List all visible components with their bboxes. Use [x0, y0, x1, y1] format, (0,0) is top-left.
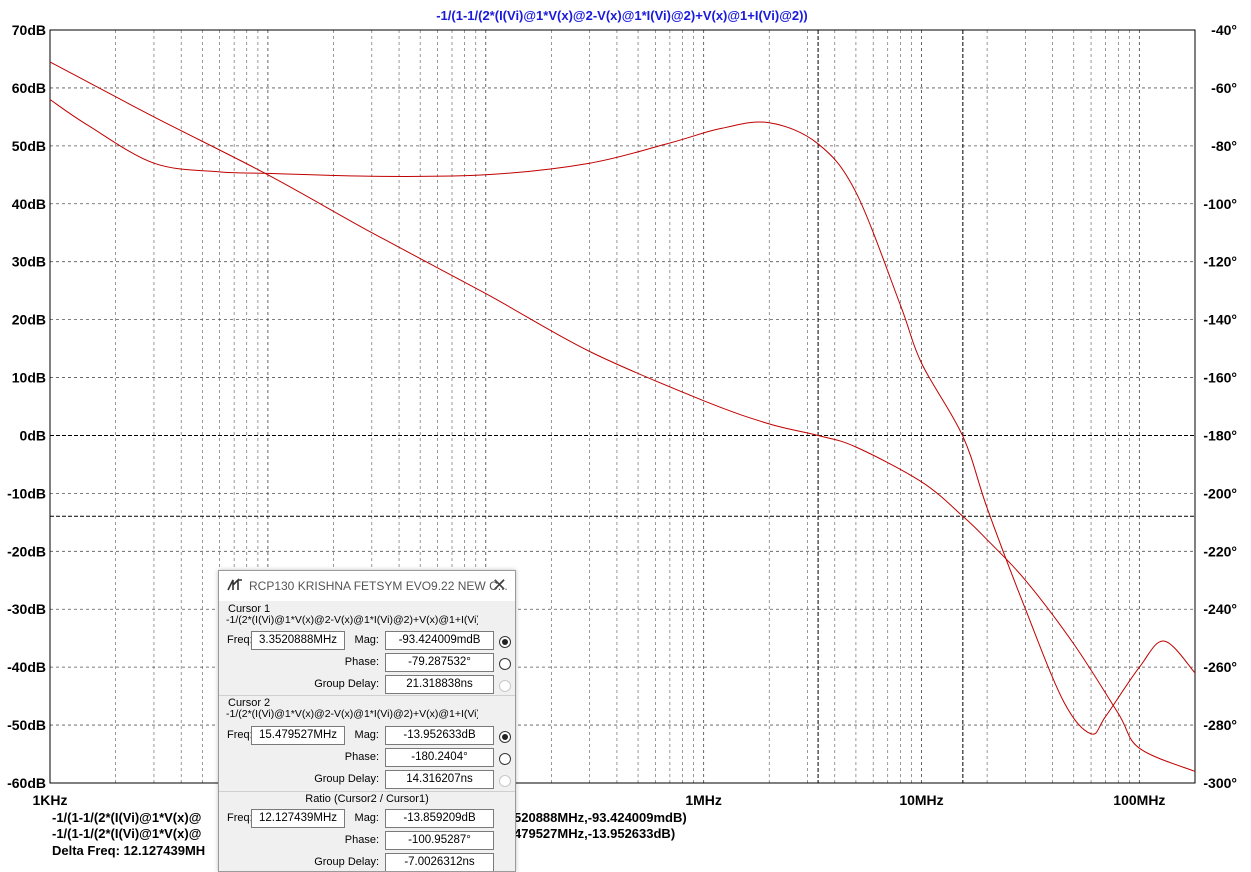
ratio-freq-field[interactable]: 12.127439MHz [251, 809, 345, 828]
close-icon[interactable]: ✕ [492, 575, 507, 596]
y-right-tick-label: -300° [1203, 775, 1237, 791]
cursor1-freq-field[interactable]: 3.3520888MHz [251, 631, 345, 650]
ratio-mag-field[interactable]: -13.859209dB [385, 809, 494, 828]
y-right-tick-label: -40° [1211, 22, 1237, 38]
y-right-tick-label: -80° [1211, 138, 1237, 154]
ratio-freq-label: Freq: [227, 812, 253, 824]
x-tick-label: 1KHz [32, 792, 67, 808]
ratio-group-delay-field[interactable]: -7.0026312ns [385, 853, 494, 871]
x-axis: 1KHz 1MHz 10MHz 100MHz [32, 792, 1165, 808]
x-tick-label: 10MHz [899, 792, 943, 808]
dialog-titlebar[interactable]: RCP130 KRISHNA FETSYM EVO9.22 NEW C... ✕ [219, 571, 515, 601]
x-tick-label: 100MHz [1113, 792, 1165, 808]
cursor1-freq-label: Freq: [227, 634, 253, 646]
cursor1-mag-field[interactable]: -93.424009mdB [385, 631, 494, 650]
bode-plot[interactable]: -1/(1-1/(2*(I(Vi)@1*V(x)@2-V(x)@1*I(Vi)@… [0, 0, 1251, 862]
cursor1-phase-label: Phase: [344, 656, 379, 668]
cursor1-mag-radio[interactable] [499, 636, 511, 648]
cursor2-phase-label: Phase: [344, 751, 379, 763]
y-right-tick-label: -280° [1203, 717, 1237, 733]
cursor1-group-delay-label: Group Delay: [314, 678, 379, 690]
y-left-tick-label: 0dB [20, 427, 46, 443]
ratio-mag-label: Mag: [354, 812, 379, 824]
cursor2-group-delay-label: Group Delay: [314, 773, 379, 785]
cursor2-group-delay-radio[interactable] [499, 775, 511, 787]
x-tick-label: 1MHz [685, 792, 722, 808]
ltspice-logo-icon [227, 578, 242, 591]
status-line-2-left: -1/(1-1/(2*(I(Vi)@1*V(x)@ [52, 826, 202, 841]
ratio-heading: Ratio (Cursor2 / Cursor1) [305, 793, 429, 805]
cursor1-mag-label: Mag: [354, 634, 379, 646]
status-line-1-left: -1/(1-1/(2*(I(Vi)@1*V(x)@ [52, 810, 202, 825]
y-left-tick-label: 50dB [12, 138, 46, 154]
y-left-tick-label: -60dB [7, 775, 46, 791]
status-line-2-right: 479527MHz,-13.952633dB) [514, 826, 676, 841]
y-left-tick-label: 10dB [12, 370, 46, 386]
y-left-tick-label: -10dB [7, 485, 46, 501]
status-line-2: -1/(1-1/(2*(I(Vi)@1*V(x)@ 479527MHz,-13.9… [52, 826, 675, 842]
y-left-tick-label: 40dB [12, 196, 46, 212]
cursor1-expression: -1/(2*(I(Vi)@1*V(x)@2-V(x)@1*I(Vi)@2)+V(… [226, 614, 478, 626]
ratio-group-delay-label: Group Delay: [314, 856, 379, 868]
status-line-1-right: 520888MHz,-93.424009mdB) [514, 810, 687, 825]
y-right-tick-label: -120° [1203, 254, 1237, 270]
cursor2-freq-label: Freq: [227, 729, 253, 741]
y-left-tick-label: 20dB [12, 312, 46, 328]
y-right-tick-label: -200° [1203, 485, 1237, 501]
cursor2-mag-label: Mag: [354, 729, 379, 741]
cursor1-phase-field[interactable]: -79.287532° [385, 653, 494, 672]
cursor2-phase-radio[interactable] [499, 753, 511, 765]
cursor2-mag-radio[interactable] [499, 731, 511, 743]
y-right-tick-label: -60° [1211, 80, 1237, 96]
ratio-phase-field[interactable]: -100.95287° [385, 831, 494, 850]
cursor1-phase-radio[interactable] [499, 658, 511, 670]
delta-freq-text: Delta Freq: 12.127439MH [52, 843, 206, 858]
y-right-tick-label: -220° [1203, 543, 1237, 559]
y-left-tick-label: 70dB [12, 22, 46, 38]
cursor1-group-delay-radio[interactable] [499, 680, 511, 692]
y-axis-left: 70dB 60dB 50dB 40dB 30dB 20dB 10dB 0dB -10dB -20d… [7, 22, 46, 791]
y-left-tick-label: 60dB [12, 80, 46, 96]
y-right-tick-label: -100° [1203, 196, 1237, 212]
cursor-dialog[interactable]: RCP130 KRISHNA FETSYM EVO9.22 NEW C... ✕… [218, 570, 516, 872]
status-line-1: -1/(1-1/(2*(I(Vi)@1*V(x)@ 520888MHz,-93.4… [52, 810, 687, 826]
dialog-divider [219, 695, 515, 696]
cursor2-freq-field[interactable]: 15.479527MHz [251, 726, 345, 745]
y-left-tick-label: -20dB [7, 543, 46, 559]
y-right-tick-label: -160° [1203, 370, 1237, 386]
y-right-tick-label: -140° [1203, 312, 1237, 328]
y-left-tick-label: -50dB [7, 717, 46, 733]
delta-freq-line: Delta Freq: 12.127439MH [52, 843, 205, 859]
cursor2-mag-field[interactable]: -13.952633dB [385, 726, 494, 745]
y-right-tick-label: -260° [1203, 659, 1237, 675]
y-axis-right: -40° -60° -80° -100° -120° -140° -160° -180° -20… [1203, 22, 1237, 791]
y-left-tick-label: 30dB [12, 254, 46, 270]
ratio-phase-label: Phase: [344, 834, 379, 846]
y-right-tick-label: -180° [1203, 427, 1237, 443]
y-left-tick-label: -30dB [7, 601, 46, 617]
dialog-divider [219, 791, 515, 792]
y-right-tick-label: -240° [1203, 601, 1237, 617]
cursor2-phase-field[interactable]: -180.2404° [385, 748, 494, 767]
dialog-title: RCP130 KRISHNA FETSYM EVO9.22 NEW C... [249, 579, 508, 593]
cursor2-expression: -1/(2*(I(Vi)@1*V(x)@2-V(x)@1*I(Vi)@2)+V(… [226, 708, 478, 720]
cursor2-group-delay-field[interactable]: 14.316207ns [385, 770, 494, 789]
chart-title: -1/(1-1/(2*(I(Vi)@1*V(x)@2-V(x)@1*I(Vi)@… [436, 8, 808, 23]
y-left-tick-label: -40dB [7, 659, 46, 675]
cursor1-group-delay-field[interactable]: 21.318838ns [385, 675, 494, 694]
